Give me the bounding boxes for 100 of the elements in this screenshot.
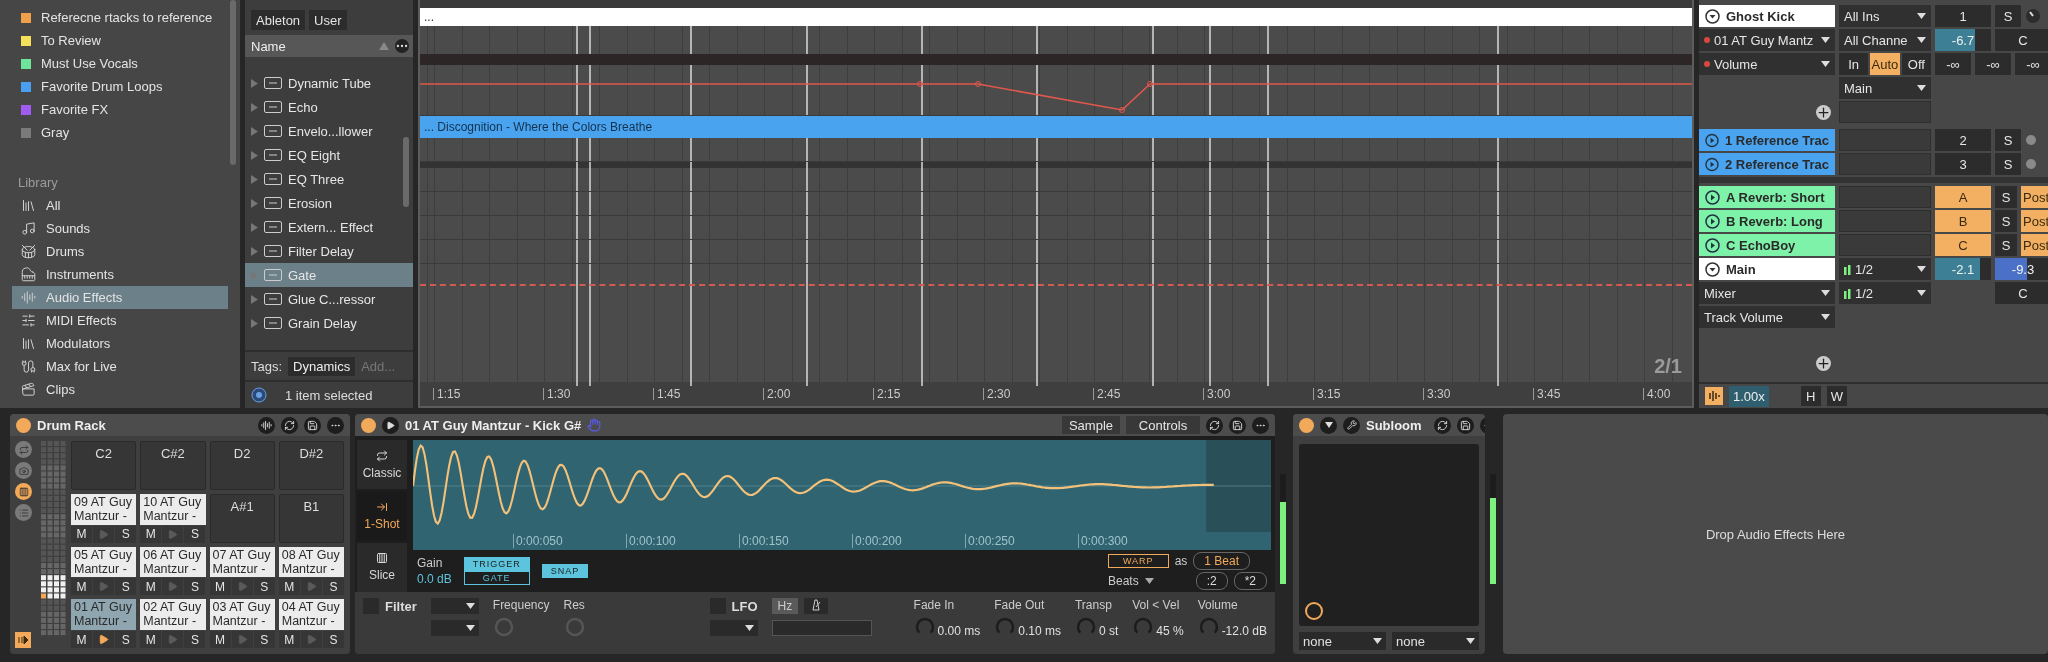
drum-pad[interactable]: 03 AT Guy Mantzur -: [209, 599, 275, 630]
refresh-icon[interactable]: [281, 416, 298, 434]
collection-item[interactable]: Must Use Vocals: [12, 52, 228, 75]
view-button[interactable]: H: [1800, 386, 1821, 406]
wrench-icon[interactable]: [1343, 416, 1360, 434]
input-field[interactable]: [1839, 186, 1931, 208]
list-icon[interactable]: [15, 504, 32, 521]
input-type-dropdown[interactable]: All Ins: [1839, 5, 1931, 27]
drum-pad[interactable]: 01 AT Guy Mantzur -: [71, 599, 137, 630]
input-field[interactable]: [1839, 153, 1931, 175]
beats-dropdown[interactable]: Beats: [1107, 574, 1139, 588]
collection-item[interactable]: Favorite FX: [12, 98, 228, 121]
solo-button[interactable]: S: [322, 631, 344, 648]
arrow-toggle-icon[interactable]: [15, 632, 31, 648]
monitor-button[interactable]: In: [1839, 53, 1869, 75]
mute-button[interactable]: M: [278, 578, 300, 596]
volume-field[interactable]: -6.7: [1935, 29, 1991, 51]
library-item[interactable]: Instruments: [12, 263, 228, 286]
filter-chip[interactable]: Ableton: [251, 10, 306, 30]
browser-item[interactable]: Dynamic Tube: [245, 71, 413, 95]
send-field[interactable]: -∞: [2015, 53, 2048, 75]
wave-icon[interactable]: [258, 416, 275, 434]
view-tab[interactable]: Controls: [1126, 416, 1200, 434]
track-header[interactable]: Main: [1699, 258, 1835, 280]
return-letter-button[interactable]: A: [1935, 186, 1991, 208]
beat-field[interactable]: 1 Beat: [1193, 552, 1250, 570]
browser-item[interactable]: Grain Delay: [245, 311, 413, 335]
drum-pad[interactable]: C2: [71, 441, 137, 490]
library-item[interactable]: Modulators: [12, 332, 228, 355]
drum-pad[interactable]: 05 AT Guy Mantzur -: [71, 546, 137, 578]
browser-item[interactable]: Glue C...ressor: [245, 287, 413, 311]
view-tab[interactable]: Sample: [1062, 416, 1120, 434]
return-letter-button[interactable]: B: [1935, 210, 1991, 232]
drum-pad[interactable]: 02 AT Guy Mantzur -: [140, 599, 206, 630]
solo-button[interactable]: S: [184, 578, 206, 596]
tag-chip[interactable]: Dynamics: [288, 356, 356, 376]
track-number-button[interactable]: 1: [1935, 5, 1991, 27]
solo-button[interactable]: S: [115, 525, 137, 543]
mapping-dropdown[interactable]: none: [1392, 632, 1479, 650]
trigger-mode-button[interactable]: GATE: [463, 571, 530, 585]
browser-item[interactable]: EQ Three: [245, 167, 413, 191]
track-header[interactable]: 2 Reference Trac: [1699, 153, 1835, 175]
filter-chip[interactable]: User: [309, 10, 347, 30]
parameter-dropdown[interactable]: Volume: [1699, 53, 1835, 75]
drum-pad[interactable]: D#2: [278, 441, 344, 490]
drum-pad[interactable]: 08 AT Guy Mantzur -: [278, 546, 344, 578]
input-field[interactable]: [1839, 129, 1931, 151]
hz-button[interactable]: Hz: [771, 598, 799, 614]
knob[interactable]: [563, 616, 586, 638]
device-dropdown[interactable]: 01 AT Guy Mantz: [1699, 29, 1835, 51]
view-button[interactable]: W: [1826, 386, 1847, 406]
lfo-dropdown[interactable]: [709, 620, 758, 636]
input-field[interactable]: [1839, 234, 1931, 256]
halve-button[interactable]: :2: [1195, 572, 1228, 590]
save-icon[interactable]: [304, 416, 321, 434]
refresh-icon[interactable]: [1206, 416, 1223, 434]
browser-item[interactable]: EQ Eight: [245, 143, 413, 167]
input-field[interactable]: [1839, 210, 1931, 232]
audio-clip[interactable]: ... Discognition - Where the Colors Breathe: [420, 116, 1692, 138]
solo-button[interactable]: S: [1995, 129, 2021, 151]
mute-button[interactable]: M: [71, 525, 93, 543]
solo-button[interactable]: S: [1995, 153, 2021, 175]
send-field[interactable]: -∞: [1935, 53, 1971, 75]
pan-field[interactable]: C: [1995, 29, 2048, 51]
filter-type-dropdown[interactable]: [430, 598, 479, 614]
solo-button[interactable]: S: [1995, 234, 2017, 256]
track-header[interactable]: C EchoBoy: [1699, 234, 1835, 256]
sync-button[interactable]: [804, 598, 829, 614]
solo-button[interactable]: S: [115, 631, 137, 648]
drum-pad[interactable]: 07 AT Guy Mantzur -: [209, 546, 275, 578]
track-header[interactable]: B Reverb: Long: [1699, 210, 1835, 232]
mode-button[interactable]: 1-Shot: [357, 491, 407, 541]
solo-button[interactable]: S: [1995, 5, 2021, 27]
play-icon[interactable]: [382, 416, 399, 434]
mode-button[interactable]: Slice: [357, 542, 407, 592]
solo-button[interactable]: S: [184, 631, 206, 648]
add-icon[interactable]: [1816, 355, 1831, 371]
solo-button[interactable]: S: [1995, 210, 2017, 232]
collapse-icon[interactable]: [1320, 416, 1337, 434]
browser-item[interactable]: Envelo...llower: [245, 119, 413, 143]
mute-button[interactable]: M: [71, 578, 93, 596]
monitor-button[interactable]: Auto: [1870, 53, 1900, 75]
track-number-button[interactable]: 2: [1935, 129, 1991, 151]
collection-item[interactable]: Favorite Drum Loops: [12, 75, 228, 98]
mute-button[interactable]: M: [140, 578, 162, 596]
mapping-dropdown[interactable]: none: [1299, 632, 1386, 650]
drum-pad[interactable]: 09 AT Guy Mantzur -: [71, 493, 137, 525]
browser-item[interactable]: Echo: [245, 95, 413, 119]
power-icon[interactable]: [16, 417, 31, 433]
mute-button[interactable]: M: [209, 631, 231, 648]
play-button[interactable]: [93, 631, 115, 648]
waveform-toggle-icon[interactable]: [1705, 387, 1723, 405]
drum-pad[interactable]: D2: [209, 441, 275, 490]
mute-button[interactable]: M: [140, 525, 162, 543]
parameter-dropdown[interactable]: Track Volume: [1699, 306, 1835, 328]
more-icon[interactable]: [395, 39, 409, 53]
double-button[interactable]: *2: [1233, 572, 1267, 590]
pan-field[interactable]: C: [1995, 282, 2048, 304]
play-circle-icon[interactable]: [1705, 156, 1719, 172]
volume-field[interactable]: -2.1: [1935, 258, 1991, 280]
